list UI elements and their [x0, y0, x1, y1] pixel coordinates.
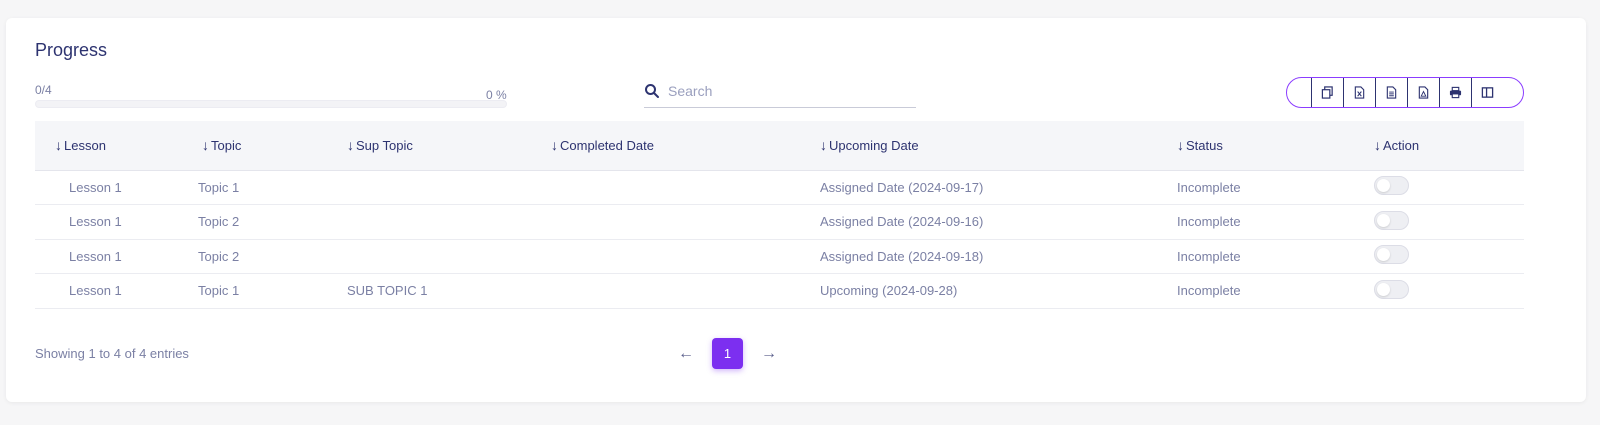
export-button-group	[1286, 77, 1524, 108]
cell-upcoming: Assigned Date (2024-09-17)	[820, 179, 984, 195]
cell-action	[1374, 205, 1524, 240]
print-icon	[1449, 86, 1462, 99]
copy-button[interactable]	[1311, 78, 1343, 107]
cell-lesson: Lesson 1	[69, 179, 122, 195]
cell-lesson: Lesson 1	[69, 214, 122, 230]
sort-arrow-icon: ↓	[551, 137, 558, 154]
sort-arrow-icon: ↓	[55, 137, 62, 154]
table-row: Lesson 1 Topic 2 Assigned Date (2024-09-16…	[35, 205, 1524, 240]
search-box	[644, 75, 916, 108]
cell-status: Incomplete	[1177, 248, 1241, 264]
column-visibility-button[interactable]	[1471, 78, 1503, 107]
cell-topic: Topic 1	[198, 179, 240, 195]
cell-action	[1374, 239, 1524, 274]
column-header-completed-date[interactable]: ↓ Completed Date	[551, 121, 820, 171]
cell-sub-topic	[347, 239, 551, 274]
cell-status: Incomplete	[1177, 283, 1241, 299]
cell-completed	[551, 205, 820, 240]
cell-topic: Topic 1	[198, 283, 240, 299]
column-header-upcoming-date[interactable]: ↓ Upcoming Date	[820, 121, 1177, 171]
cell-sub-topic	[347, 205, 551, 240]
action-toggle[interactable]	[1374, 210, 1409, 230]
sort-arrow-icon: ↓	[1374, 137, 1381, 154]
column-header-label: Action	[1383, 138, 1420, 154]
cell-status: Incomplete	[1177, 214, 1241, 230]
table-row: Lesson 1 Topic 1 Assigned Date (2024-09-17…	[35, 170, 1524, 205]
sort-arrow-icon: ↓	[820, 137, 827, 154]
cell-topic: Topic 2	[198, 214, 240, 230]
progress-card: Progress 0/4 0 % Search ↓ Lesson ↓ Topic…	[6, 18, 1586, 402]
page-title: Progress	[35, 40, 108, 60]
cell-status: Incomplete	[1177, 179, 1241, 195]
cell-completed	[551, 239, 820, 274]
progress-table: ↓ Lesson ↓ Topic ↓ Sup Topic ↓ Completed Date ↓ U…	[35, 121, 1524, 309]
column-header-action[interactable]: ↓ Action	[1374, 121, 1524, 171]
table-row: Lesson 1 Topic 1 SUB TOPIC 1 Upcoming (2024…	[35, 274, 1524, 309]
cell-sub-topic: SUB TOPIC 1	[347, 283, 428, 299]
pdf-button[interactable]	[1407, 78, 1439, 107]
table-body: Lesson 1 Topic 1 Assigned Date (2024-09-17…	[35, 170, 1524, 308]
cell-topic: Topic 2	[198, 248, 240, 264]
cell-upcoming: Assigned Date (2024-09-16)	[820, 214, 984, 230]
cell-completed	[551, 274, 820, 309]
cell-lesson: Lesson 1	[69, 283, 122, 299]
column-header-label: Lesson	[64, 138, 106, 154]
column-header-lesson[interactable]: ↓ Lesson	[35, 121, 198, 171]
column-header-label: Upcoming Date	[829, 138, 919, 154]
sort-arrow-icon: ↓	[347, 137, 354, 154]
column-header-label: Completed Date	[560, 138, 654, 154]
cell-action	[1374, 170, 1524, 205]
copy-icon	[1321, 86, 1333, 99]
excel-button[interactable]	[1343, 78, 1375, 107]
page-1-button[interactable]: 1	[712, 338, 743, 369]
progress-bar	[35, 100, 507, 108]
next-page-button[interactable]: →	[759, 344, 779, 364]
cell-lesson: Lesson 1	[69, 248, 122, 264]
cell-upcoming: Assigned Date (2024-09-18)	[820, 248, 984, 264]
table-header-row: ↓ Lesson ↓ Topic ↓ Sup Topic ↓ Completed Date ↓ U…	[35, 121, 1524, 171]
entries-info: Showing 1 to 4 of 4 entries	[35, 346, 189, 361]
cell-action	[1374, 274, 1524, 309]
csv-button[interactable]	[1375, 78, 1407, 107]
column-header-topic[interactable]: ↓ Topic	[198, 121, 347, 171]
search-input[interactable]	[668, 83, 908, 99]
print-button[interactable]	[1439, 78, 1471, 107]
sort-arrow-icon: ↓	[202, 137, 209, 154]
action-toggle[interactable]	[1374, 245, 1409, 265]
action-toggle[interactable]	[1374, 176, 1409, 196]
csv-icon	[1386, 86, 1397, 99]
sort-arrow-icon: ↓	[1177, 137, 1184, 154]
search-icon	[645, 84, 659, 98]
action-toggle[interactable]	[1374, 279, 1409, 299]
column-header-label: Status	[1186, 138, 1223, 154]
cell-sub-topic	[347, 170, 551, 205]
progress-count: 0/4	[35, 83, 52, 97]
excel-icon	[1354, 86, 1365, 99]
cell-completed	[551, 170, 820, 205]
column-header-status[interactable]: ↓ Status	[1177, 121, 1374, 171]
column-header-label: Topic	[211, 138, 242, 154]
column-header-label: Sup Topic	[356, 138, 413, 154]
column-header-sup-topic[interactable]: ↓ Sup Topic	[347, 121, 551, 171]
columns-icon	[1481, 87, 1494, 98]
pdf-icon	[1418, 86, 1429, 99]
cell-upcoming: Upcoming (2024-09-28)	[820, 283, 958, 299]
previous-page-button[interactable]: ←	[676, 344, 696, 364]
pagination: ← 1 →	[676, 338, 779, 369]
table-row: Lesson 1 Topic 2 Assigned Date (2024-09-18…	[35, 239, 1524, 274]
